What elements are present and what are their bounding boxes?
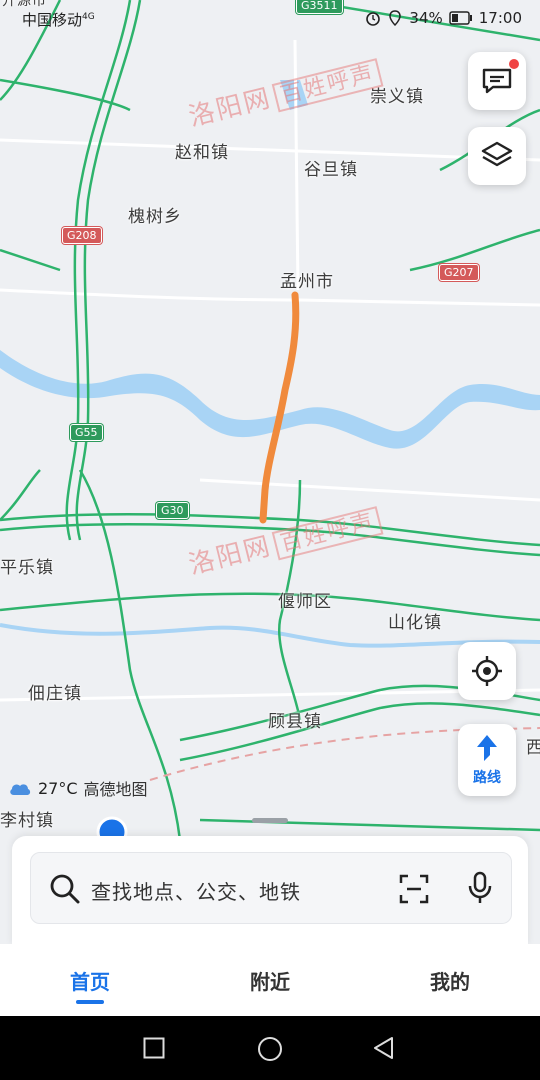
tab-bar: 首页 附近 我的	[0, 944, 540, 1016]
message-icon	[482, 68, 512, 94]
place-label[interactable]: 赵和镇	[175, 138, 229, 163]
place-label[interactable]: 谷旦镇	[304, 155, 358, 180]
place-label[interactable]: 山化镇	[388, 608, 442, 633]
system-nav-bar	[0, 1016, 540, 1080]
search-placeholder: 查找地点、公交、地铁	[91, 880, 301, 904]
place-label[interactable]: 平乐镇	[0, 553, 54, 578]
place-label[interactable]: 顾县镇	[268, 707, 322, 732]
route-button-label: 路线	[473, 770, 501, 786]
status-right: 34% 17:00	[365, 9, 522, 27]
road-tag: G55	[70, 424, 103, 441]
status-bar: 中国移动4G 34% 17:00	[0, 0, 540, 36]
locate-button[interactable]	[458, 642, 516, 700]
tab-nearby[interactable]: 附近	[210, 966, 330, 995]
road-tag: G208	[62, 227, 102, 244]
tab-home[interactable]: 首页	[30, 966, 150, 1004]
scan-icon[interactable]	[399, 874, 429, 904]
home-icon[interactable]	[257, 1036, 283, 1062]
tab-mine[interactable]: 我的	[390, 966, 510, 995]
route-button[interactable]: 路线	[458, 724, 516, 796]
battery-icon	[449, 11, 472, 25]
route-arrow-icon	[477, 735, 497, 761]
weather-widget[interactable]: 27°C 高德地图	[8, 776, 148, 800]
layers-button[interactable]	[468, 127, 526, 185]
place-label[interactable]: 佃庄镇	[28, 679, 82, 704]
place-label[interactable]: 李村镇	[0, 806, 54, 831]
bottom-sheet: 查找地点、公交、地铁	[12, 836, 528, 946]
messages-button[interactable]	[468, 52, 526, 110]
notification-dot	[508, 58, 520, 70]
back-icon[interactable]	[372, 1036, 396, 1060]
road-tag: G207	[439, 264, 479, 281]
map-provider-logo: 高德地图	[83, 780, 148, 799]
place-label[interactable]: 偃师区	[278, 587, 332, 612]
location-icon	[389, 10, 402, 26]
place-label[interactable]: 槐树乡	[128, 202, 182, 227]
microphone-icon[interactable]	[467, 871, 493, 905]
search-icon	[50, 874, 80, 904]
layers-icon	[481, 141, 513, 167]
road-tag: G30	[156, 502, 189, 519]
sheet-drag-handle[interactable]	[252, 818, 288, 823]
battery-percent: 34%	[409, 9, 443, 27]
clock: 17:00	[478, 9, 522, 27]
recents-icon[interactable]	[143, 1037, 165, 1059]
search-bar[interactable]: 查找地点、公交、地铁	[30, 852, 512, 924]
temperature: 27°C	[38, 778, 78, 798]
carrier-label: 中国移动4G	[22, 11, 95, 29]
cloud-icon	[10, 784, 31, 795]
locate-icon	[472, 656, 502, 686]
place-label[interactable]: 西	[526, 733, 540, 758]
place-label[interactable]: 孟州市	[280, 267, 334, 292]
alarm-icon	[366, 12, 381, 26]
